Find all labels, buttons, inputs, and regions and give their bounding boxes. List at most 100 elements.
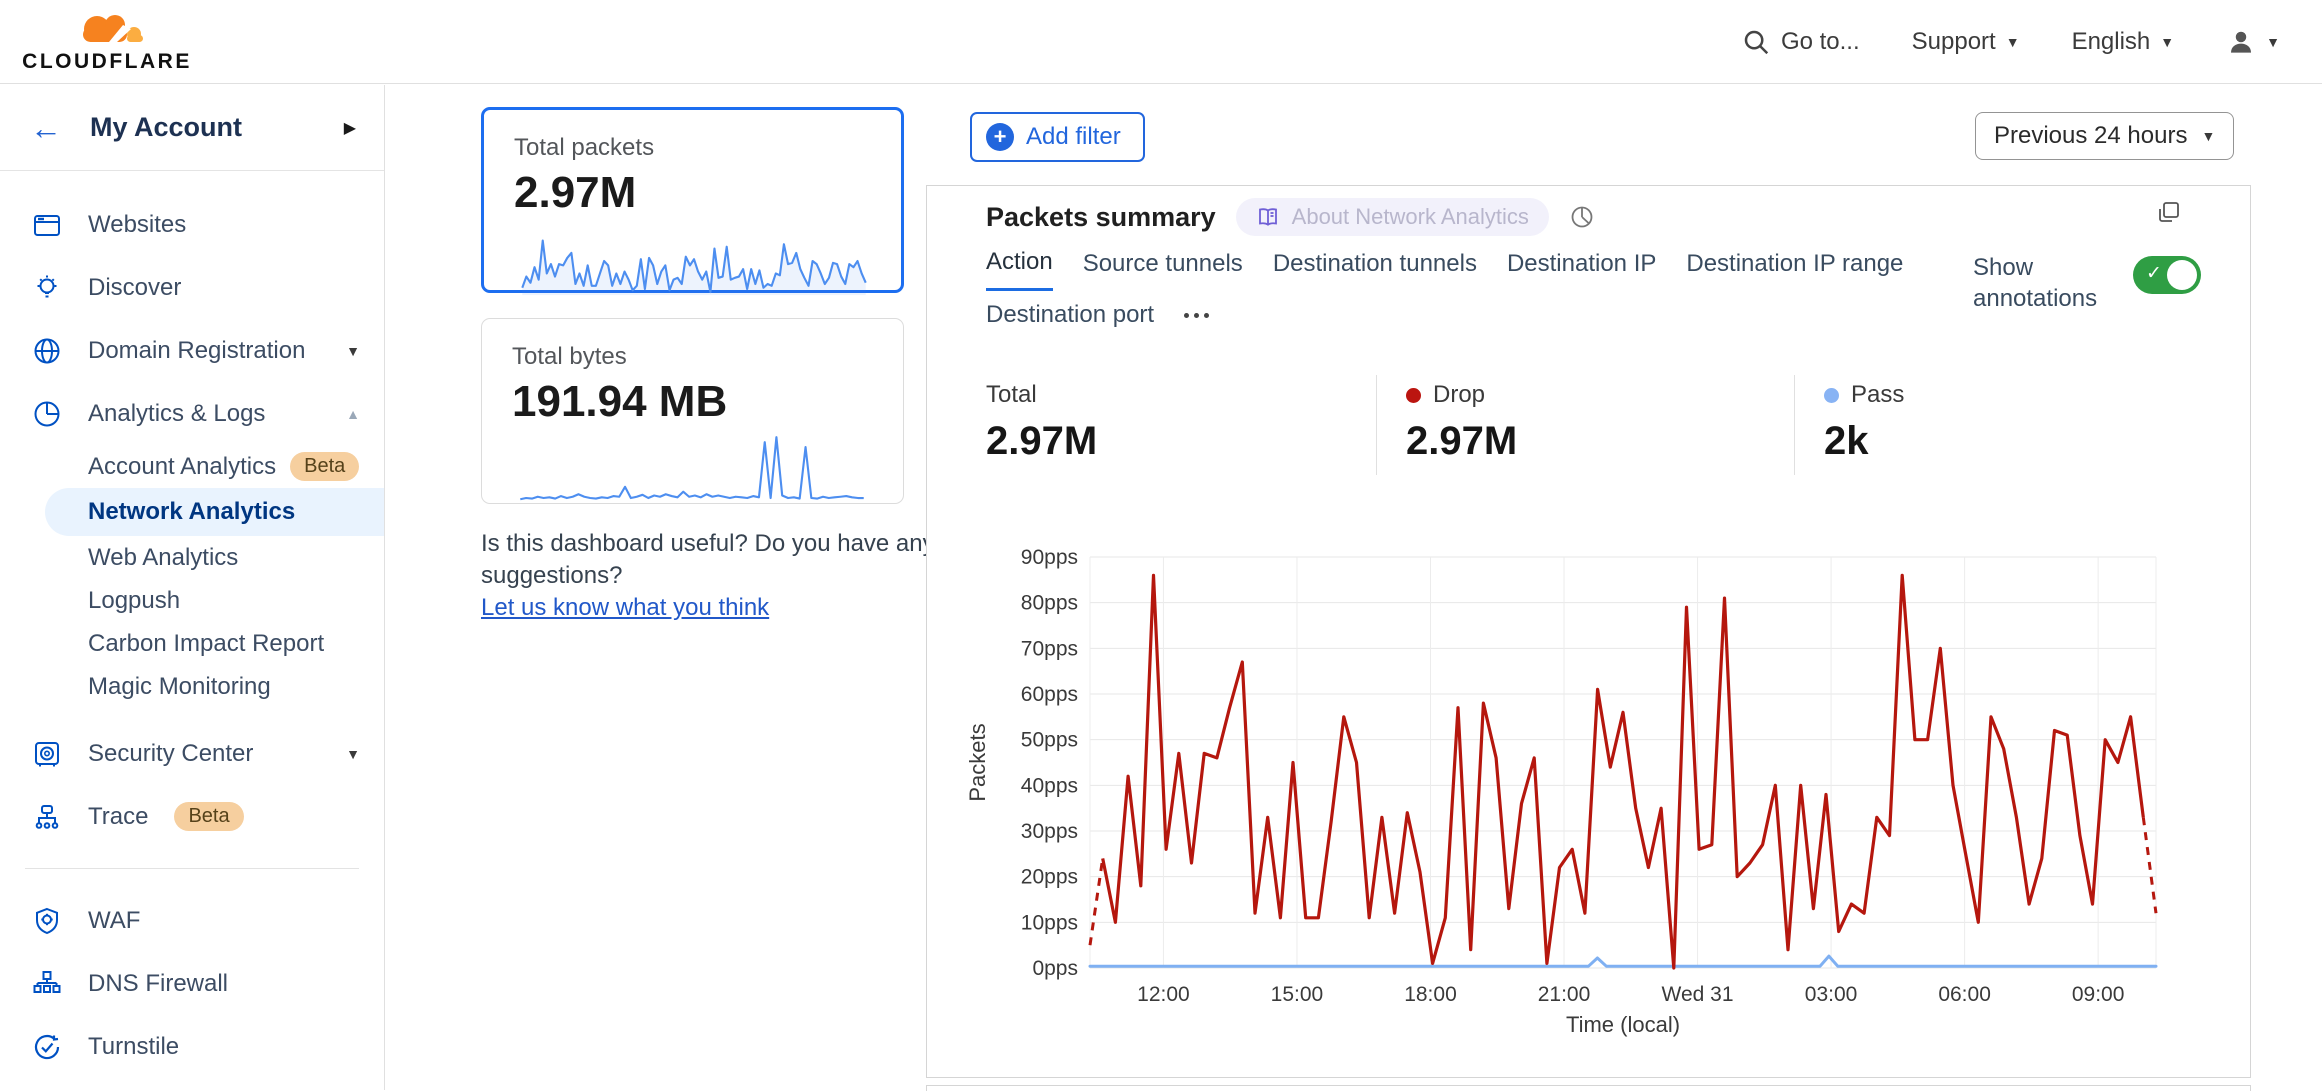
sidebar-item-dns-firewall[interactable]: DNS Firewall <box>0 952 384 1015</box>
book-icon <box>1256 205 1280 229</box>
svg-text:06:00: 06:00 <box>1938 983 1991 1006</box>
svg-text:20pps: 20pps <box>1021 866 1078 889</box>
pie-chart-icon <box>32 399 62 429</box>
stat-label: Total <box>986 381 1037 409</box>
dns-tree-icon <box>32 969 62 999</box>
cloudflare-cloud-icon <box>53 11 161 51</box>
support-menu[interactable]: Support ▼ <box>1912 28 2020 56</box>
time-range-dropdown[interactable]: Previous 24 hours ▼ <box>1975 112 2234 160</box>
chevron-down-icon: ▼ <box>346 746 360 762</box>
tab-destination-ip-range[interactable]: Destination IP range <box>1686 250 1903 290</box>
chevron-down-icon: ▼ <box>2006 34 2020 50</box>
sidebar-item-trace[interactable]: Trace Beta <box>0 785 384 848</box>
tab-source-tunnels[interactable]: Source tunnels <box>1083 250 1243 290</box>
search-icon <box>1741 27 1771 57</box>
turnstile-icon <box>32 1032 62 1062</box>
svg-text:12:00: 12:00 <box>1137 983 1190 1006</box>
account-title: My Account <box>90 112 316 143</box>
plus-icon: + <box>986 123 1014 151</box>
svg-text:10pps: 10pps <box>1021 911 1078 934</box>
language-menu[interactable]: English ▼ <box>2072 28 2175 56</box>
sidebar-item-magic-monitoring[interactable]: Magic Monitoring <box>0 665 384 708</box>
trace-icon <box>32 802 62 832</box>
logo-wordmark: CLOUDFLARE <box>22 51 192 72</box>
expand-icon[interactable] <box>2156 200 2182 226</box>
shield-gear-icon <box>32 906 62 936</box>
svg-text:Wed 31: Wed 31 <box>1662 983 1734 1006</box>
card-title: Total bytes <box>512 343 873 371</box>
stat-value: 2k <box>1824 419 1904 464</box>
tab-destination-ip[interactable]: Destination IP <box>1507 250 1656 290</box>
feedback-block: Is this dashboard useful? Do you have an… <box>481 528 951 624</box>
sidebar-item-network-analytics[interactable]: Network Analytics <box>45 488 384 536</box>
svg-text:Packets: Packets <box>965 723 990 801</box>
sidebar-item-discover[interactable]: Discover <box>0 256 384 319</box>
back-arrow-icon[interactable]: ← <box>30 112 62 144</box>
sidebar-item-logpush[interactable]: Logpush <box>0 579 384 622</box>
sidebar-item-security-center[interactable]: Security Center ▼ <box>0 722 384 785</box>
show-annotations-label: Show annotations <box>1973 252 2093 314</box>
chevron-down-icon: ▼ <box>2201 128 2215 144</box>
svg-text:80pps: 80pps <box>1021 592 1078 615</box>
beta-badge: Beta <box>174 802 243 831</box>
sidebar-divider <box>25 868 359 869</box>
account-header[interactable]: ← My Account ▶ <box>0 85 384 171</box>
add-filter-button[interactable]: + Add filter <box>970 112 1145 162</box>
annotations-toggle[interactable]: ✓ <box>2133 256 2201 294</box>
card-value: 2.97M <box>514 168 871 218</box>
chevron-down-icon: ▼ <box>2160 34 2174 50</box>
svg-text:30pps: 30pps <box>1021 820 1078 843</box>
stat-total: Total 2.97M <box>986 381 1097 464</box>
packets-time-series-chart[interactable]: 0pps10pps20pps30pps40pps50pps60pps70pps8… <box>927 516 2250 1076</box>
chevron-up-icon: ▲ <box>346 406 360 422</box>
stat-value: 2.97M <box>986 419 1097 464</box>
svg-text:40pps: 40pps <box>1021 774 1078 797</box>
chevron-down-icon: ▼ <box>346 343 360 359</box>
goto-search[interactable]: Go to... <box>1741 27 1860 57</box>
browser-icon <box>32 210 62 240</box>
panel-title: Packets summary <box>986 202 1216 233</box>
dimension-tabs: Action Source tunnels Destination tunnel… <box>986 248 1906 341</box>
bytes-sparkline <box>512 427 872 509</box>
svg-text:Time (local): Time (local) <box>1566 1012 1680 1037</box>
sidebar-item-carbon-impact-report[interactable]: Carbon Impact Report <box>0 622 384 665</box>
check-icon: ✓ <box>2146 262 2162 285</box>
more-tabs-icon[interactable] <box>1184 313 1209 330</box>
drop-dot-icon <box>1406 388 1421 403</box>
next-panel-partial <box>926 1085 2251 1091</box>
sidebar-item-waf[interactable]: WAF <box>0 889 384 952</box>
sidebar-item-turnstile[interactable]: Turnstile <box>0 1015 384 1078</box>
sidebar-item-web-analytics[interactable]: Web Analytics <box>0 536 384 579</box>
sidebar-item-analytics-logs[interactable]: Analytics & Logs ▲ <box>0 382 384 445</box>
stats-row: Total 2.97M Drop 2.97M Pass 2k <box>986 381 2196 476</box>
sidebar: ← My Account ▶ Websites Discover Domain … <box>0 85 385 1090</box>
stat-divider <box>1376 375 1377 475</box>
chevron-right-icon[interactable]: ▶ <box>344 118 356 138</box>
account-menu[interactable]: ▼ <box>2226 27 2280 57</box>
top-nav-bar: CLOUDFLARE Go to... Support ▼ English ▼ … <box>0 0 2322 84</box>
svg-text:50pps: 50pps <box>1021 729 1078 752</box>
total-bytes-card[interactable]: Total bytes 191.94 MB <box>481 318 904 504</box>
about-network-analytics-pill[interactable]: About Network Analytics <box>1236 198 1549 236</box>
sidebar-item-domain-registration[interactable]: Domain Registration ▼ <box>0 319 384 382</box>
svg-text:60pps: 60pps <box>1021 683 1078 706</box>
packets-summary-panel: Packets summary About Network Analytics … <box>926 185 2251 1078</box>
sidebar-item-account-analytics[interactable]: Account Analytics Beta <box>0 445 384 488</box>
sidebar-item-websites[interactable]: Websites <box>0 193 384 256</box>
svg-text:09:00: 09:00 <box>2072 983 2125 1006</box>
cloudflare-logo[interactable]: CLOUDFLARE <box>22 11 192 72</box>
svg-text:0pps: 0pps <box>1032 957 1078 980</box>
total-packets-card[interactable]: Total packets 2.97M <box>481 107 904 293</box>
safe-icon <box>32 739 62 769</box>
stat-divider <box>1794 375 1795 475</box>
card-title: Total packets <box>514 134 871 162</box>
feedback-question: Is this dashboard useful? Do you have an… <box>481 530 935 589</box>
tab-action[interactable]: Action <box>986 248 1053 291</box>
toggle-knob <box>2167 260 2197 290</box>
tab-destination-port[interactable]: Destination port <box>986 301 1154 341</box>
tab-destination-tunnels[interactable]: Destination tunnels <box>1273 250 1477 290</box>
beta-badge: Beta <box>290 452 359 481</box>
feedback-link[interactable]: Let us know what you think <box>481 594 769 621</box>
packets-sparkline <box>514 218 874 300</box>
pie-glyph-icon[interactable] <box>1569 204 1595 230</box>
